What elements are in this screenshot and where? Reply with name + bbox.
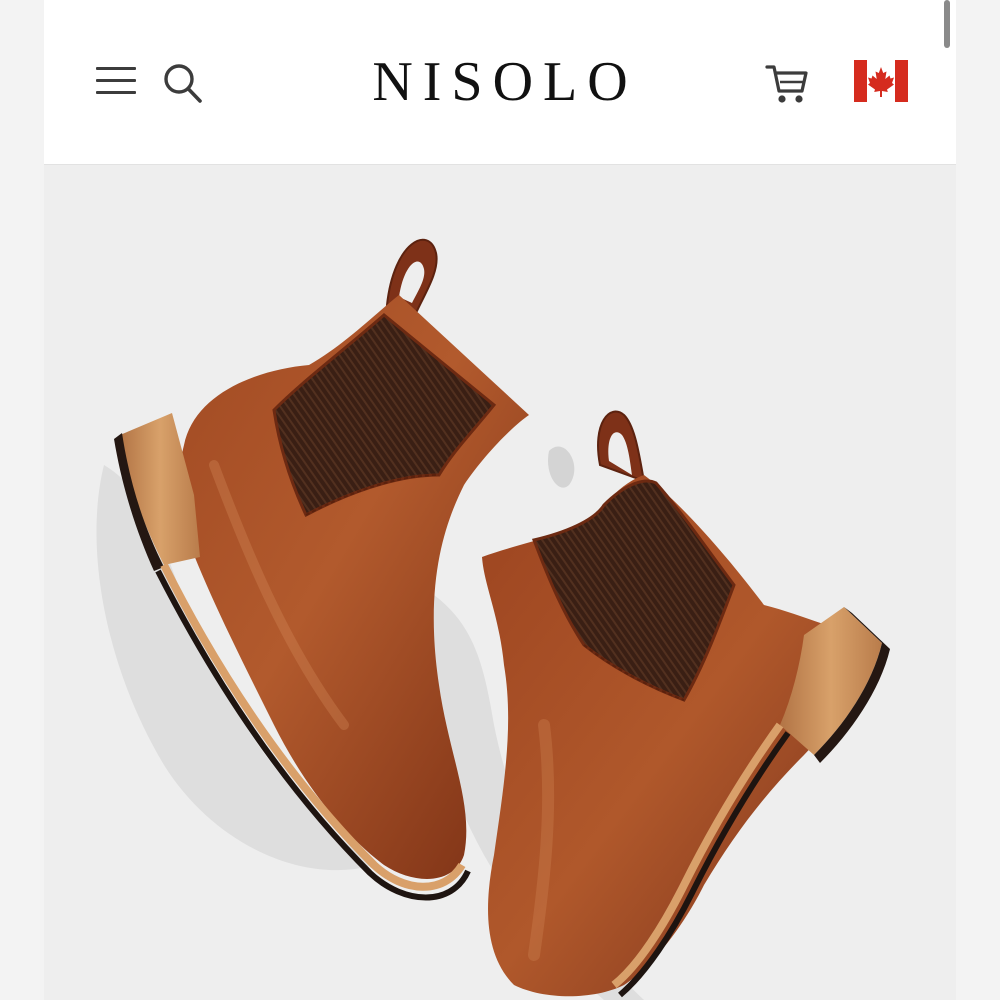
hero-product-image[interactable] — [44, 165, 956, 1000]
scrollbar[interactable] — [944, 0, 950, 48]
page-margin-left — [0, 0, 44, 1000]
site-header: NISOLO — [44, 0, 956, 165]
right-boot — [482, 410, 890, 998]
app-screen: NISOLO — [0, 0, 1000, 1000]
page-margin-right — [956, 0, 1000, 1000]
shopping-cart-icon[interactable] — [764, 58, 810, 108]
canada-flag-icon[interactable] — [854, 60, 908, 102]
brand-logo[interactable]: NISOLO — [44, 46, 956, 118]
